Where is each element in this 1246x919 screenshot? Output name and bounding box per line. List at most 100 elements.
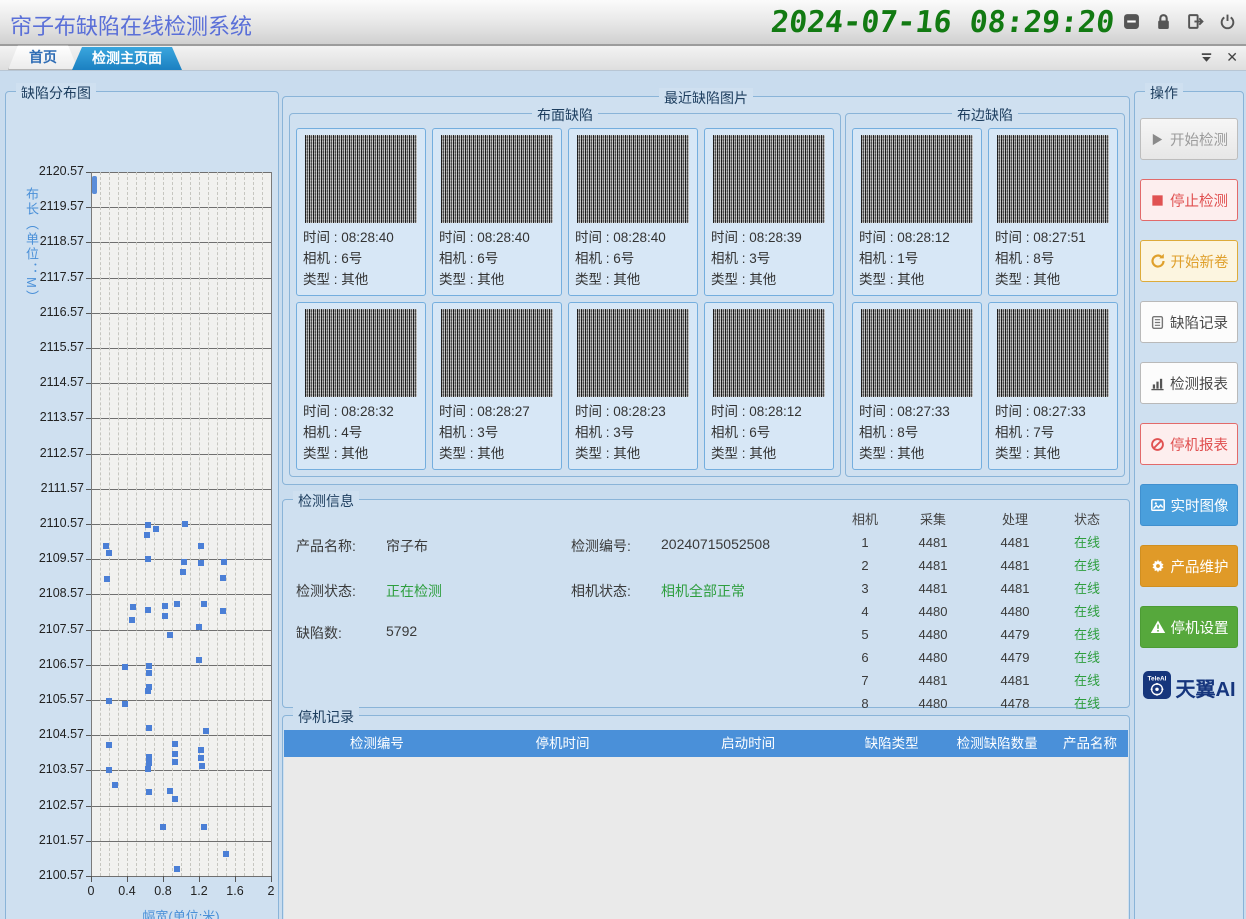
y-axis-tick-label: 2108.57 <box>10 586 84 600</box>
defect-time: 时间 : 08:28:40 <box>439 227 555 248</box>
minimize-icon[interactable] <box>1123 13 1140 30</box>
grid-line-vertical <box>271 172 272 876</box>
power-icon[interactable] <box>1219 13 1236 30</box>
defect-card[interactable]: 时间 : 08:28:40相机 : 6号类型 : 其他 <box>432 128 562 296</box>
y-axis-tick-label: 2117.57 <box>10 270 84 284</box>
defect-image <box>997 135 1109 223</box>
y-axis-tick-label: 2113.57 <box>10 410 84 424</box>
camera-cell: 4481 <box>979 669 1051 692</box>
scatter-point <box>196 657 202 663</box>
button-label: 缺陷记录 <box>1170 312 1228 333</box>
camera-cell: 4481 <box>887 554 979 577</box>
detection-report-button[interactable]: 检测报表 <box>1140 362 1238 404</box>
camera-cell: 在线 <box>1051 623 1123 646</box>
start-new-roll-button[interactable]: 开始新卷 <box>1140 240 1238 282</box>
defect-camera: 相机 : 6号 <box>439 248 555 269</box>
camera-cell: 4480 <box>887 623 979 646</box>
edge-defect-cards: 时间 : 08:28:12相机 : 1号类型 : 其他时间 : 08:27:51… <box>852 128 1118 470</box>
y-axis-tick <box>86 313 91 314</box>
y-axis-tick <box>86 700 91 701</box>
scatter-point <box>145 556 151 562</box>
grid-line-vertical <box>226 172 227 876</box>
defect-card[interactable]: 时间 : 08:28:32相机 : 4号类型 : 其他 <box>296 302 426 470</box>
scatter-point <box>145 766 151 772</box>
shutdown-col-header: 启动时间 <box>655 730 841 757</box>
defect-records-button[interactable]: 缺陷记录 <box>1140 301 1238 343</box>
camera-cell: 4481 <box>979 531 1051 554</box>
defect-card[interactable]: 时间 : 08:28:40相机 : 6号类型 : 其他 <box>296 128 426 296</box>
defect-time: 时间 : 08:28:40 <box>575 227 691 248</box>
camera-cell: 在线 <box>1051 692 1123 715</box>
button-label: 开始新卷 <box>1171 251 1229 272</box>
camera-cell: 3 <box>843 577 887 600</box>
panel-title: 停机记录 <box>293 707 359 727</box>
defect-card[interactable]: 时间 : 08:28:12相机 : 1号类型 : 其他 <box>852 128 982 296</box>
scatter-point <box>172 751 178 757</box>
scatter-point <box>106 742 112 748</box>
shutdown-col-header: 缺陷类型 <box>841 730 942 757</box>
image-icon <box>1150 497 1166 513</box>
camera-cell: 4481 <box>887 577 979 600</box>
defect-camera: 相机 : 8号 <box>995 248 1111 269</box>
camera-cell: 2 <box>843 554 887 577</box>
shutdown-settings-button[interactable]: 停机设置 <box>1140 606 1238 648</box>
grid-line-vertical <box>262 172 263 876</box>
defect-card[interactable]: 时间 : 08:27:33相机 : 7号类型 : 其他 <box>988 302 1118 470</box>
camera-cell: 8 <box>843 692 887 715</box>
shutdown-col-header: 产品名称 <box>1052 730 1128 757</box>
camera-cell: 1 <box>843 531 887 554</box>
lock-icon[interactable] <box>1155 13 1172 30</box>
grid-line-vertical <box>163 172 164 876</box>
defect-image <box>861 135 973 223</box>
scatter-point <box>223 851 229 857</box>
operations-panel: 操作 开始检测停止检测开始新卷缺陷记录检测报表停机报表实时图像产品维护停机设置T… <box>1134 91 1244 919</box>
y-axis-tick <box>86 383 91 384</box>
surface-defects-group: 布面缺陷 时间 : 08:28:40相机 : 6号类型 : 其他时间 : 08:… <box>289 113 841 477</box>
scatter-point <box>198 747 204 753</box>
grid-line-vertical <box>100 172 101 876</box>
defect-card[interactable]: 时间 : 08:28:23相机 : 3号类型 : 其他 <box>568 302 698 470</box>
y-axis-tick <box>86 454 91 455</box>
y-axis-tick <box>86 735 91 736</box>
defect-card[interactable]: 时间 : 08:28:27相机 : 3号类型 : 其他 <box>432 302 562 470</box>
camera-cell: 在线 <box>1051 554 1123 577</box>
scatter-point <box>172 796 178 802</box>
camera-table-header: 相机采集处理状态 <box>843 508 1129 531</box>
defect-time: 时间 : 08:28:40 <box>303 227 419 248</box>
shutdown-report-button[interactable]: 停机报表 <box>1140 423 1238 465</box>
y-axis-tick-label: 2119.57 <box>10 199 84 213</box>
defect-time: 时间 : 08:28:27 <box>439 401 555 422</box>
defect-card[interactable]: 时间 : 08:27:33相机 : 8号类型 : 其他 <box>852 302 982 470</box>
camera-col-header: 采集 <box>887 508 979 531</box>
defect-image <box>577 309 689 397</box>
camera-cell: 4480 <box>887 646 979 669</box>
defect-card[interactable]: 时间 : 08:28:39相机 : 3号类型 : 其他 <box>704 128 834 296</box>
defect-camera: 相机 : 3号 <box>439 422 555 443</box>
info-value: 20240715052508 <box>661 536 770 552</box>
scatter-point <box>221 559 227 565</box>
defect-card[interactable]: 时间 : 08:27:51相机 : 8号类型 : 其他 <box>988 128 1118 296</box>
defect-time: 时间 : 08:27:51 <box>995 227 1111 248</box>
logout-icon[interactable] <box>1187 13 1204 30</box>
scatter-point <box>122 664 128 670</box>
plot-scroll-thumb[interactable] <box>92 176 97 194</box>
stop-detection-button[interactable]: 停止检测 <box>1140 179 1238 221</box>
start-detection-button[interactable]: 开始检测 <box>1140 118 1238 160</box>
defect-camera: 相机 : 6号 <box>303 248 419 269</box>
tab-home[interactable]: 首页 <box>8 45 78 70</box>
tab-list-icon[interactable] <box>1199 50 1214 65</box>
tab-detection-main[interactable]: 检测主页面 <box>72 47 182 70</box>
y-axis-tick-label: 2109.57 <box>10 551 84 565</box>
main-area: 缺陷分布图 布长（单位：M） 幅宽(单位:米) 2120.572119.5721… <box>0 71 1246 919</box>
product-maintenance-button[interactable]: 产品维护 <box>1140 545 1238 587</box>
camera-cell: 4478 <box>979 692 1051 715</box>
defect-camera: 相机 : 3号 <box>575 422 691 443</box>
close-icon[interactable]: ✕ <box>1226 49 1238 66</box>
defect-time: 时间 : 08:27:33 <box>859 401 975 422</box>
live-image-button[interactable]: 实时图像 <box>1140 484 1238 526</box>
shutdown-col-header: 检测缺陷数量 <box>942 730 1052 757</box>
defect-card[interactable]: 时间 : 08:28:12相机 : 6号类型 : 其他 <box>704 302 834 470</box>
button-label: 开始检测 <box>1170 129 1228 150</box>
panel-title: 最近缺陷图片 <box>659 88 753 108</box>
defect-card[interactable]: 时间 : 08:28:40相机 : 6号类型 : 其他 <box>568 128 698 296</box>
